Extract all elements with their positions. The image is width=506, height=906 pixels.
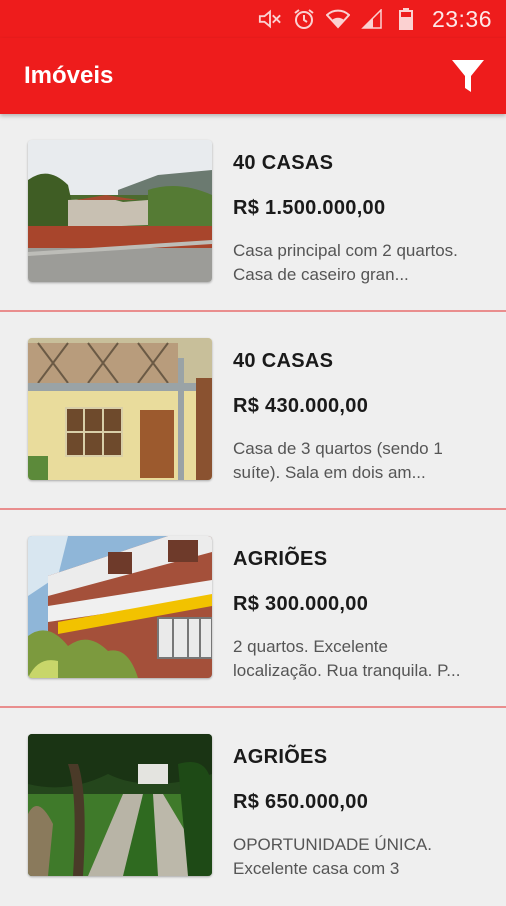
list-item[interactable]: 40 CASAS R$ 1.500.000,00 Casa principal … <box>0 114 506 312</box>
house-with-brick-wall-photo <box>28 140 212 282</box>
listing-price: R$ 1.500.000,00 <box>233 197 386 219</box>
list-item[interactable]: AGRIÕES R$ 650.000,00 OPORTUNIDADE ÚNICA… <box>0 708 506 906</box>
list-item[interactable]: 40 CASAS R$ 430.000,00 Casa de 3 quartos… <box>0 312 506 510</box>
listing-name: 40 CASAS <box>233 350 334 372</box>
status-time: 23:36 <box>431 5 492 32</box>
page-title: Imóveis <box>24 62 114 89</box>
listing-description: OPORTUNIDADE ÚNICA. Excelente casa com 3 <box>233 835 432 878</box>
signal-icon <box>360 7 384 31</box>
listing-description: 2 quartos. Excelente localização. Rua tr… <box>233 637 461 680</box>
mute-icon <box>258 7 282 31</box>
garden-path-photo <box>28 734 212 876</box>
listing-price: R$ 650.000,00 <box>233 791 369 813</box>
listing-description: Casa de 3 quartos (sendo 1 suíte). Sala … <box>233 439 443 482</box>
listing-name: AGRIÕES <box>233 548 328 570</box>
listing-name: AGRIÕES <box>233 746 328 768</box>
filter-button[interactable] <box>448 56 488 96</box>
list-item[interactable]: AGRIÕES R$ 300.000,00 2 quartos. Excelen… <box>0 510 506 708</box>
wifi-icon <box>325 7 350 31</box>
yellow-house-balcony-photo <box>28 338 212 480</box>
listing-price: R$ 430.000,00 <box>233 395 369 417</box>
listing-description: Casa principal com 2 quartos. Casa de ca… <box>233 241 458 284</box>
battery-icon <box>394 7 418 31</box>
app-bar: Imóveis <box>0 38 506 114</box>
townhouse-awning-photo <box>28 536 212 678</box>
filter-icon <box>452 60 484 92</box>
listing-price: R$ 300.000,00 <box>233 593 369 615</box>
listing-list: 40 CASAS R$ 1.500.000,00 Casa principal … <box>0 114 506 906</box>
listing-name: 40 CASAS <box>233 152 334 174</box>
status-bar: 23:36 <box>0 0 506 38</box>
alarm-icon <box>292 7 316 31</box>
